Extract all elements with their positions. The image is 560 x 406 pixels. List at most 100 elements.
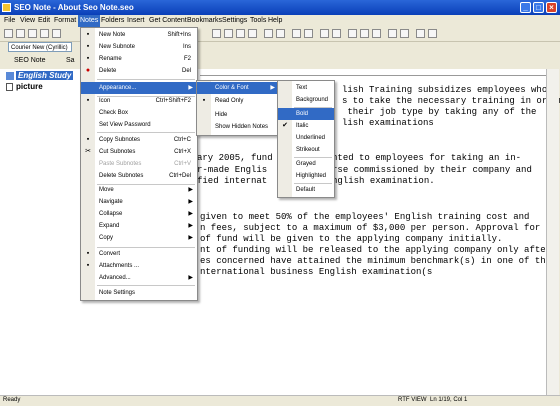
menu-settings[interactable]: Settings — [222, 17, 247, 24]
menu-help[interactable]: Help — [268, 17, 282, 24]
close-button[interactable]: × — [546, 2, 557, 13]
menu-item-expand[interactable]: Expand ▶ — [81, 220, 197, 232]
menu-item-read-only[interactable]: ▪ Read Only — [197, 95, 279, 107]
menu-item-new-note[interactable]: ▪ New Note Shift+Ins — [81, 29, 197, 41]
editor-line: es concerned have attained the minimum b… — [200, 256, 552, 266]
menu-get-content[interactable]: Get Content — [149, 17, 187, 24]
menu-item-new-subnote[interactable]: ▪ New Subnote Ins — [81, 41, 197, 53]
window-title: SEO Note - About Seo Note.seo — [14, 3, 134, 12]
align-left-icon[interactable] — [212, 29, 221, 38]
editor-line: nternational business English examinatio… — [200, 267, 433, 277]
editor-line: n fees, subject to a maximum of $3,000 p… — [200, 223, 541, 233]
editor-line: lish Training subsidizes employees who — [342, 85, 548, 95]
menu-item-icon[interactable]: ▪ Icon Ctrl+Shift+F2 — [81, 95, 197, 107]
editor-line: r-made Englis course commissioned by the… — [197, 165, 532, 175]
notes-menu: ▪ New Note Shift+Ins ▪ New Subnote Ins ▪ Rena… — [80, 27, 198, 301]
menu-item-underlined[interactable]: Underlined — [278, 132, 334, 144]
outdent-icon[interactable] — [304, 29, 313, 38]
menu-item-navigate[interactable]: Navigate ▶ — [81, 196, 197, 208]
menu-item-strikeout[interactable]: Strikeout — [278, 144, 334, 156]
tab-sa[interactable]: Sa — [66, 57, 75, 64]
align-right-icon[interactable] — [236, 29, 245, 38]
menu-view[interactable]: View — [20, 17, 35, 24]
editor-line: of fund will be given to the applying co… — [200, 234, 503, 244]
menu-item-cut-subnotes[interactable]: ✂ Cut Subnotes Ctrl+X — [81, 146, 197, 158]
menu-item-advanced[interactable]: Advanced... ▶ — [81, 272, 197, 284]
table-icon[interactable] — [372, 29, 381, 38]
menu-item-delete-subnotes[interactable]: Delete Subnotes Ctrl+Del — [81, 170, 197, 182]
link-icon[interactable] — [348, 29, 357, 38]
menu-item-collapse[interactable]: Collapse ▶ — [81, 208, 197, 220]
menu-item-color-font[interactable]: Color & Font ▶ — [197, 82, 279, 94]
read-only-icon: ▪ — [202, 97, 206, 104]
menu-item-highlighted[interactable]: Highlighted — [278, 170, 334, 182]
menu-notes[interactable]: Notes — [78, 15, 101, 27]
menu-edit[interactable]: Edit — [38, 17, 50, 24]
numbering-icon[interactable] — [276, 29, 285, 38]
editor-line: s to take the necessary training in orde… — [342, 96, 560, 106]
font-color-icon[interactable] — [320, 29, 329, 38]
menu-item-bold[interactable]: Bold — [278, 108, 334, 120]
menu-item-note-settings[interactable]: Note Settings — [81, 287, 197, 299]
editor-line: ary 2005, fund granted to employees for … — [197, 153, 522, 163]
print-icon[interactable] — [40, 29, 49, 38]
settings-icon[interactable] — [428, 29, 437, 38]
menu-item-hide[interactable]: Hide — [197, 109, 279, 121]
icon-icon: ▪ — [86, 97, 90, 104]
menu-item-paste-subnotes: Paste Subnotes Ctrl+V — [99, 161, 191, 167]
spell-icon[interactable] — [416, 29, 425, 38]
menu-bookmarks[interactable]: Bookmarks — [187, 17, 222, 24]
ruler — [200, 69, 546, 76]
cut-icon[interactable] — [52, 29, 61, 38]
menu-item-move[interactable]: Move ▶ — [81, 184, 197, 196]
attachment-icon: ▪ — [86, 262, 90, 269]
menu-item-default[interactable]: Default — [278, 184, 334, 196]
menu-format[interactable]: Format — [54, 17, 76, 24]
menu-insert[interactable]: Insert — [127, 17, 145, 24]
save-icon[interactable] — [28, 29, 37, 38]
title-bar: SEO Note - About Seo Note.seo _ □ × — [0, 0, 560, 15]
editor-line: lish examinations — [342, 118, 434, 128]
check-icon: ✔ — [282, 122, 288, 129]
menu-item-check-box[interactable]: Check Box — [81, 107, 197, 119]
maximize-button[interactable]: □ — [533, 2, 544, 13]
tree-node-english-study[interactable]: English Study — [16, 71, 74, 80]
appearance-menu: Color & Font ▶ ▪ Read Only Hide Show Hidde… — [196, 80, 280, 136]
new-note-icon: ▪ — [86, 31, 90, 38]
menu-item-attachments[interactable]: ▪ Attachments ... — [81, 260, 197, 272]
convert-icon: ▪ — [86, 250, 90, 257]
align-center-icon[interactable] — [224, 29, 233, 38]
menu-tools[interactable]: Tools — [250, 17, 266, 24]
replace-icon[interactable] — [400, 29, 409, 38]
menu-item-appearance[interactable]: Appearance... ▶ — [81, 82, 197, 94]
menu-item-delete[interactable]: ● Delete Del — [81, 65, 197, 77]
menu-item-copy[interactable]: Copy ▶ — [81, 232, 197, 244]
image-icon[interactable] — [360, 29, 369, 38]
menu-item-copy-subnotes[interactable]: ▪ Copy Subnotes Ctrl+C — [81, 134, 197, 146]
indent-icon[interactable] — [292, 29, 301, 38]
vertical-scrollbar[interactable] — [546, 69, 559, 395]
menu-item-convert[interactable]: ▪ Convert — [81, 248, 197, 260]
menu-item-rename[interactable]: ▪ Rename F2 — [81, 53, 197, 65]
find-icon[interactable] — [388, 29, 397, 38]
new-icon[interactable] — [4, 29, 13, 38]
tree-node-picture[interactable]: picture — [16, 82, 43, 91]
font-selector[interactable]: Courier New (Cyrillic) — [8, 42, 72, 52]
menu-item-italic[interactable]: ✔ Italic — [278, 120, 334, 132]
bullets-icon[interactable] — [264, 29, 273, 38]
menu-folders[interactable]: Folders — [101, 17, 124, 24]
justify-icon[interactable] — [248, 29, 257, 38]
tab-seo-note[interactable]: SEO Note — [14, 57, 46, 64]
menu-item-background[interactable]: Background — [278, 94, 334, 106]
status-mode: RTF VIEW — [398, 397, 427, 403]
open-icon[interactable] — [16, 29, 25, 38]
menu-item-show-hidden-notes[interactable]: Show Hidden Notes — [197, 121, 279, 133]
copy-icon: ▪ — [86, 136, 90, 143]
menu-item-set-view-password[interactable]: Set View Password — [81, 119, 197, 131]
menu-item-text[interactable]: Text — [278, 82, 334, 94]
menu-file[interactable]: File — [4, 17, 15, 24]
editor-line: their job type by taking any of the — [342, 107, 537, 117]
highlight-icon[interactable] — [332, 29, 341, 38]
minimize-button[interactable]: _ — [520, 2, 531, 13]
menu-item-grayed[interactable]: Grayed — [278, 158, 334, 170]
